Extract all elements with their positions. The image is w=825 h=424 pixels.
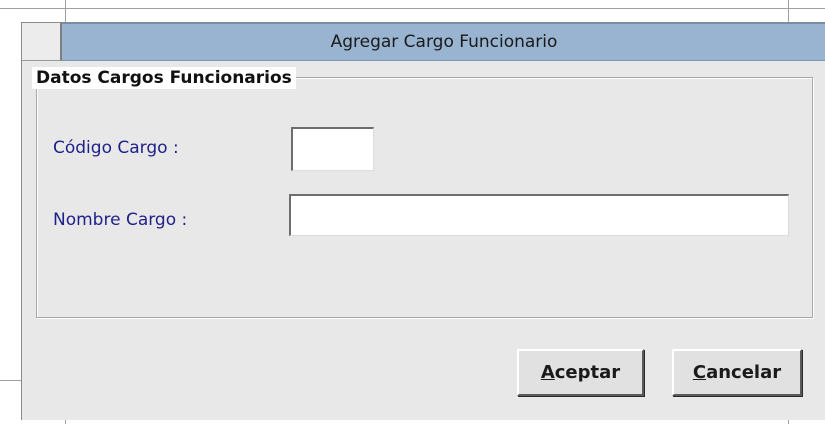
window-system-menu[interactable]: [22, 23, 62, 61]
accept-button[interactable]: Aceptar: [517, 349, 644, 396]
background-window-edge: [65, 0, 66, 22]
accept-mnemonic: A: [540, 362, 555, 383]
accept-label: ceptar: [554, 362, 621, 383]
cancel-label: ancelar: [706, 362, 782, 383]
codigo-cargo-label: Código Cargo :: [53, 138, 179, 158]
background-window-edge: [65, 420, 66, 424]
dialog-title: Agregar Cargo Funcionario: [330, 32, 558, 52]
add-position-dialog: Agregar Cargo Funcionario Datos Cargos F…: [21, 22, 825, 420]
nombre-cargo-label: Nombre Cargo :: [53, 210, 188, 230]
background-window-edge: [0, 380, 21, 381]
dialog-titlebar[interactable]: Agregar Cargo Funcionario: [62, 23, 825, 61]
nombre-cargo-input[interactable]: [289, 194, 789, 236]
background-window-edge: [788, 0, 789, 22]
cancel-button[interactable]: Cancelar: [672, 349, 802, 396]
background-window-edge: [0, 8, 825, 9]
background-window-edge: [788, 420, 789, 424]
groupbox-legend: Datos Cargos Funcionarios: [32, 67, 296, 89]
screen: Agregar Cargo Funcionario Datos Cargos F…: [0, 0, 825, 424]
codigo-cargo-input[interactable]: [291, 127, 374, 171]
cancel-mnemonic: C: [692, 362, 707, 383]
